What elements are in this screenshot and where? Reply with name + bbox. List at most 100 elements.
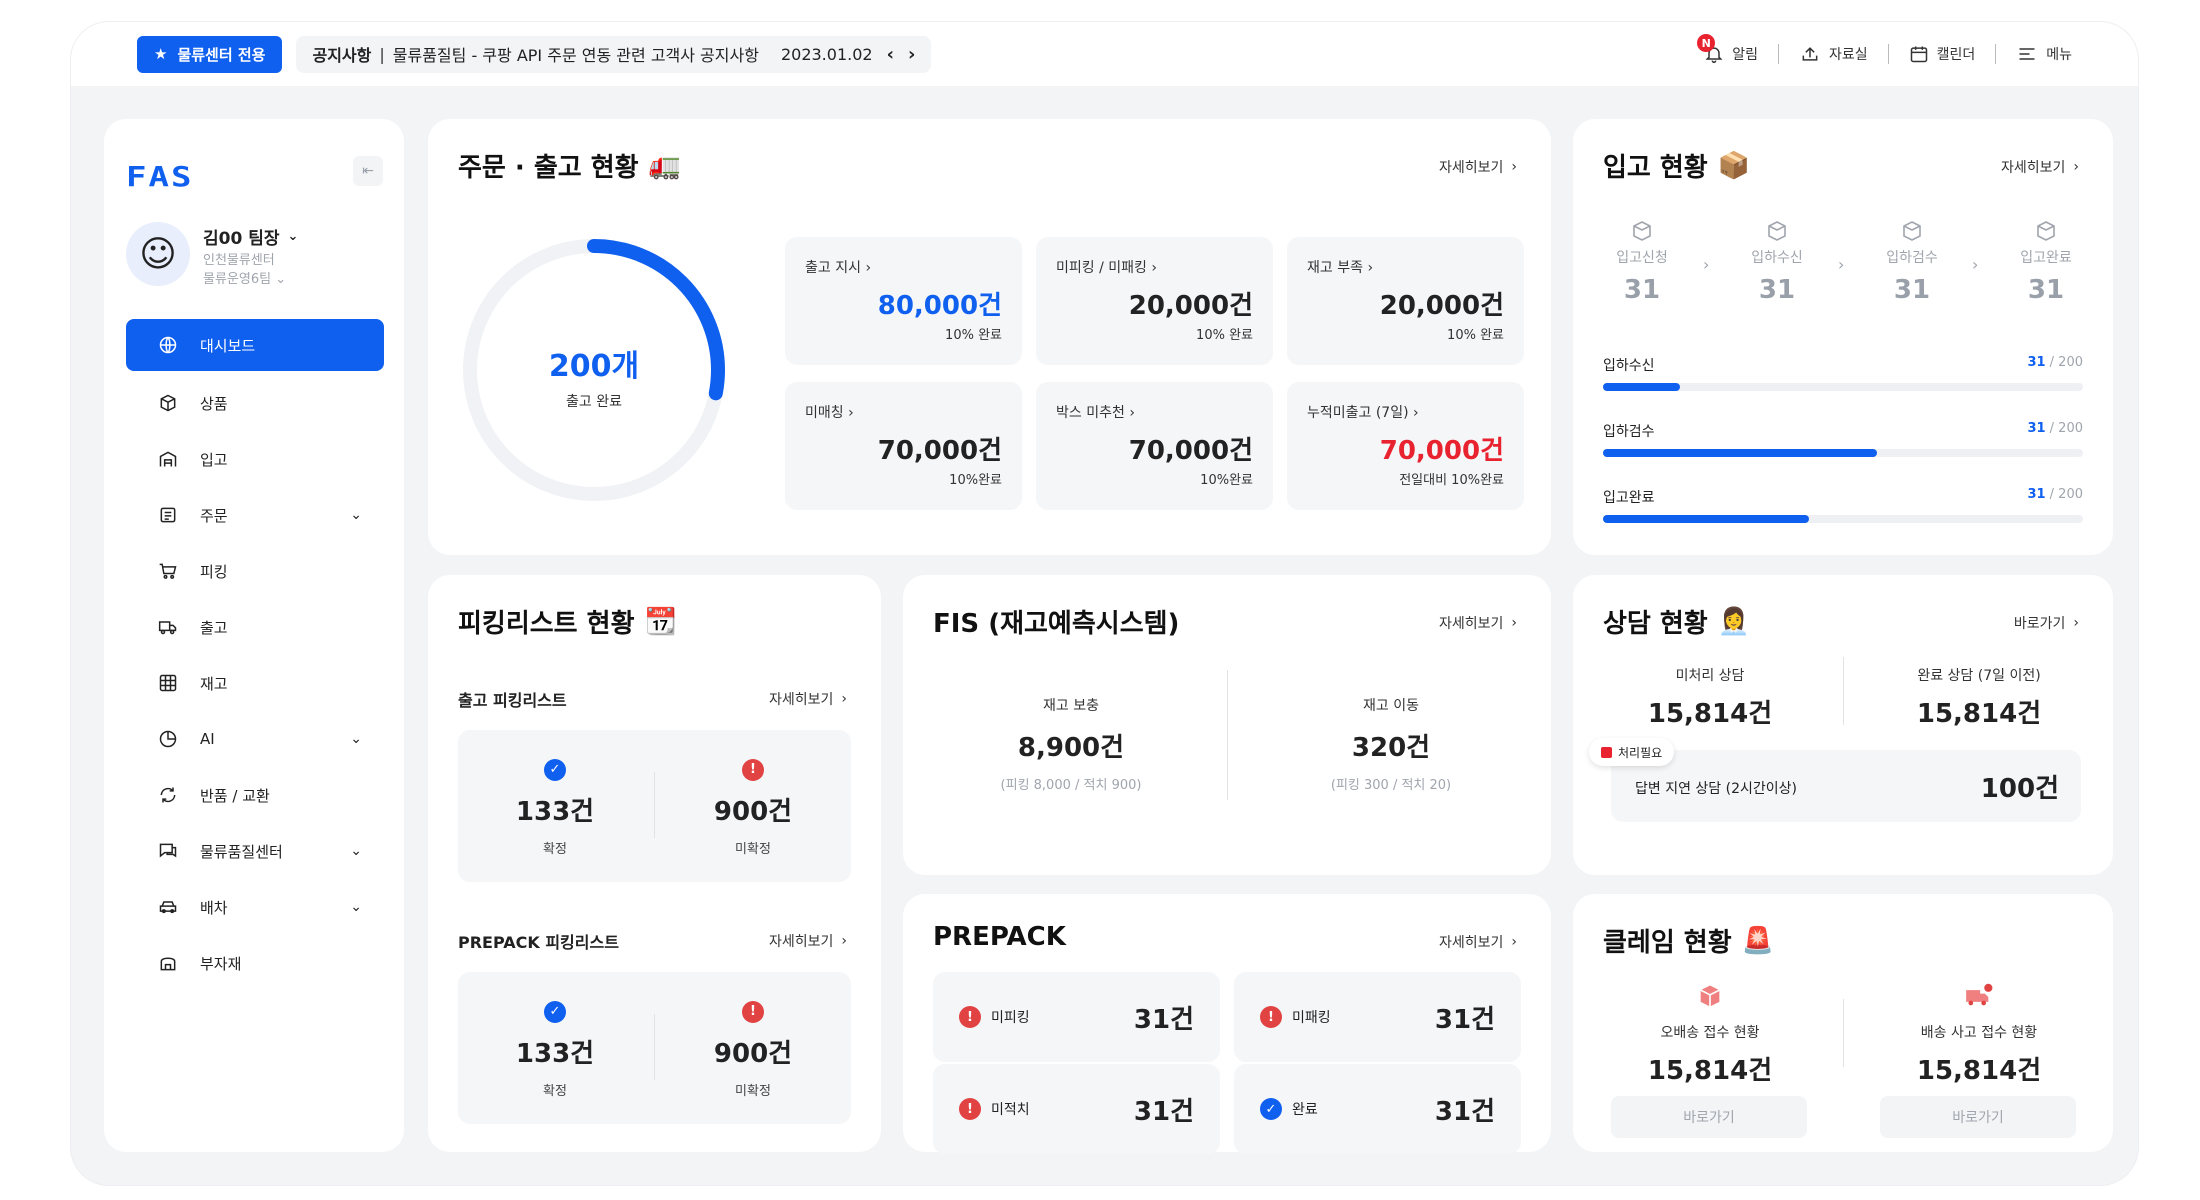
- inbound-more-label: 자세히보기: [2000, 160, 2066, 176]
- chevron-down-icon: ⌄: [350, 507, 362, 523]
- inbound-step[interactable]: 입고신청 31: [1602, 219, 1682, 305]
- package-icon: 📦: [1717, 150, 1751, 181]
- progress-fill: [1603, 383, 1680, 391]
- fis-value: 320건: [1351, 733, 1431, 763]
- prepack-picking-more[interactable]: 자세히보기 ›: [769, 931, 847, 951]
- consult-pending[interactable]: 미처리 상담 15,814건: [1610, 665, 1810, 730]
- prepack-item[interactable]: ! 미피킹 31건: [933, 972, 1220, 1062]
- calendar-icon: 📆: [644, 606, 677, 637]
- more-label: 자세히보기: [768, 934, 834, 950]
- fis-more-link[interactable]: 자세히보기 ›: [1439, 613, 1517, 633]
- user-org[interactable]: 인천물류센터 물류운영6팀 ⌄: [203, 251, 286, 289]
- claim-value: 15,814건: [1916, 1056, 2042, 1086]
- chevron-right-icon: ›: [1511, 615, 1517, 631]
- delayed-consult-row[interactable]: 답변 지연 상담 (2시간이상) 100건: [1611, 750, 2081, 822]
- sidebar-item-order[interactable]: 주문 ⌄: [126, 487, 384, 543]
- tile-label: 누적미출고 (7일): [1307, 405, 1409, 421]
- fis-replenish[interactable]: 재고 보충 8,900건 (피킹 8,000 / 적치 900): [921, 695, 1221, 793]
- collapse-sidebar-button[interactable]: ⇤: [353, 156, 383, 186]
- outbound-picking-more[interactable]: 자세히보기 ›: [769, 689, 847, 709]
- claim-misdelivery[interactable]: 오배송 접수 현황 15,814건: [1610, 982, 1810, 1087]
- user-name-dropdown[interactable]: 김00 팀장 ⌄: [203, 224, 298, 249]
- archive-button[interactable]: 자료실: [1779, 44, 1888, 64]
- sidebar-item-picking[interactable]: 피킹: [126, 543, 384, 599]
- inbound-progress: 입하수신 31 / 200: [1603, 355, 2083, 391]
- notice-text[interactable]: 물류품질팀 - 쿠팡 API 주문 연동 관련 고객사 공지사항: [393, 42, 759, 66]
- user-team: 물류운영6팀: [203, 272, 272, 287]
- claim-accident[interactable]: 배송 사고 접수 현황 15,814건: [1879, 982, 2079, 1087]
- sidebar-item-return[interactable]: 반품 / 교환: [126, 767, 384, 823]
- order-tile[interactable]: 미매칭 › 70,000건 10%완료: [785, 382, 1022, 510]
- chevron-right-icon[interactable]: ›: [908, 44, 915, 65]
- consult-go-label: 바로가기: [2013, 616, 2066, 632]
- progress-track: [1603, 449, 2083, 457]
- accident-go-button[interactable]: 바로가기: [1880, 1096, 2076, 1138]
- fis-move[interactable]: 재고 이동 320건 (피킹 300 / 적치 20): [1241, 695, 1541, 793]
- chevron-left-icon[interactable]: ‹: [887, 44, 894, 65]
- sidebar-item-label: 피킹: [200, 562, 228, 581]
- sidebar-item-dispatch[interactable]: 배차 ⌄: [126, 879, 384, 935]
- order-tile[interactable]: 출고 지시 › 80,000건 10% 완료: [785, 237, 1022, 365]
- misdelivery-go-button[interactable]: 바로가기: [1611, 1096, 1807, 1138]
- avatar[interactable]: ☺: [126, 222, 190, 286]
- sidebar-item-dashboard[interactable]: 대시보드: [126, 319, 384, 371]
- unconfirmed-col[interactable]: ! 900건 미확정: [663, 758, 843, 857]
- inbound-more-link[interactable]: 자세히보기 ›: [2001, 157, 2079, 177]
- sidebar-item-ai[interactable]: AI ⌄: [126, 711, 384, 767]
- order-tile[interactable]: 누적미출고 (7일) › 70,000건 전일대비 10%완료: [1287, 382, 1524, 510]
- prepack-card: PREPACK 자세히보기 › ! 미피킹 31건 ! 미패킹 31건 ! 미적치…: [903, 894, 1551, 1154]
- order-tile[interactable]: 미피킹 / 미패킹 › 20,000건 10% 완료: [1036, 237, 1273, 365]
- sidebar-item-quality[interactable]: 물류품질센터 ⌄: [126, 823, 384, 879]
- sidebar-nav: 대시보드 상품 입고 주문 ⌄ 피킹 출고 재고 AI ⌄ 반품 / 교환 물류…: [126, 319, 384, 991]
- center-only-button[interactable]: ★ 물류센터 전용: [137, 35, 283, 73]
- menu-button[interactable]: 메뉴: [1996, 44, 2072, 64]
- consult-done[interactable]: 완료 상담 (7일 이전) 15,814건: [1879, 665, 2079, 730]
- confirmed-col[interactable]: ✓ 133건 확정: [465, 1000, 645, 1099]
- store-icon: [156, 953, 180, 973]
- prepack-item[interactable]: ! 미패킹 31건: [1234, 972, 1521, 1062]
- alarm-button[interactable]: N 알림: [1684, 34, 1778, 64]
- fis-label: 재고 이동: [1363, 698, 1419, 714]
- sidebar-item-label: 물류품질센터: [200, 842, 283, 861]
- prepack-item[interactable]: ! 미적치 31건: [933, 1064, 1220, 1154]
- chevron-right-icon: ›: [848, 405, 854, 421]
- orders-title-text: 주문 · 출고 현황: [458, 153, 639, 183]
- order-tile[interactable]: 박스 미추천 › 70,000건 10%완료: [1036, 382, 1273, 510]
- sidebar-item-product[interactable]: 상품: [126, 375, 384, 431]
- center-only-label: 물류센터 전용: [177, 45, 266, 64]
- flag-icon: [1601, 746, 1612, 758]
- prepack-value: 31건: [1133, 1096, 1194, 1127]
- inbound-step[interactable]: 입하수신 31: [1737, 219, 1817, 305]
- consultant-icon: 👩‍💼: [1717, 606, 1751, 637]
- inbound-step[interactable]: 입고완료 31: [2006, 219, 2086, 305]
- inbound-step[interactable]: 입하검수 31: [1872, 219, 1952, 305]
- claim-value: 15,814건: [1647, 1056, 1773, 1086]
- progress-fill: [1603, 515, 1810, 523]
- notice-bar[interactable]: 공지사항 | 물류품질팀 - 쿠팡 API 주문 연동 관련 고객사 공지사항 …: [296, 35, 932, 73]
- confirmed-col[interactable]: ✓ 133건 확정: [465, 758, 645, 857]
- tile-label: 출고 지시: [805, 260, 861, 276]
- sidebar-item-inbound[interactable]: 입고: [126, 431, 384, 487]
- donut-center: 200개 출고 완료: [458, 341, 730, 411]
- consult-value: 15,814건: [1647, 699, 1773, 729]
- order-tile[interactable]: 재고 부족 › 20,000건 10% 완료: [1287, 237, 1524, 365]
- prepack-item[interactable]: ✓ 완료 31건: [1234, 1064, 1521, 1154]
- tile-label: 재고 부족: [1307, 260, 1363, 276]
- orders-more-link[interactable]: 자세히보기 ›: [1439, 157, 1517, 177]
- unconfirmed-col[interactable]: ! 900건 미확정: [663, 1000, 843, 1099]
- prepack-label: 미적치: [991, 1102, 1030, 1118]
- chevron-down-icon: ⌄: [350, 731, 362, 747]
- fas-logo[interactable]: FAS: [126, 161, 193, 194]
- calendar-button[interactable]: 캘린더: [1889, 44, 1996, 64]
- consult-go-link[interactable]: 바로가기 ›: [2014, 613, 2079, 633]
- sidebar-item-outbound[interactable]: 출고: [126, 599, 384, 655]
- sidebar-item-materials[interactable]: 부자재: [126, 935, 384, 991]
- progress-label: 입하수신: [1603, 358, 1655, 374]
- alarm-label: 알림: [1732, 47, 1758, 63]
- chevron-right-icon: ›: [1413, 405, 1419, 421]
- upload-icon: [1802, 47, 1818, 61]
- sidebar-item-stock[interactable]: 재고: [126, 655, 384, 711]
- picking-title-text: 피킹리스트 현황: [458, 609, 635, 639]
- prepack-more-link[interactable]: 자세히보기 ›: [1439, 932, 1517, 952]
- needs-action-tag: 처리필요: [1589, 738, 1675, 766]
